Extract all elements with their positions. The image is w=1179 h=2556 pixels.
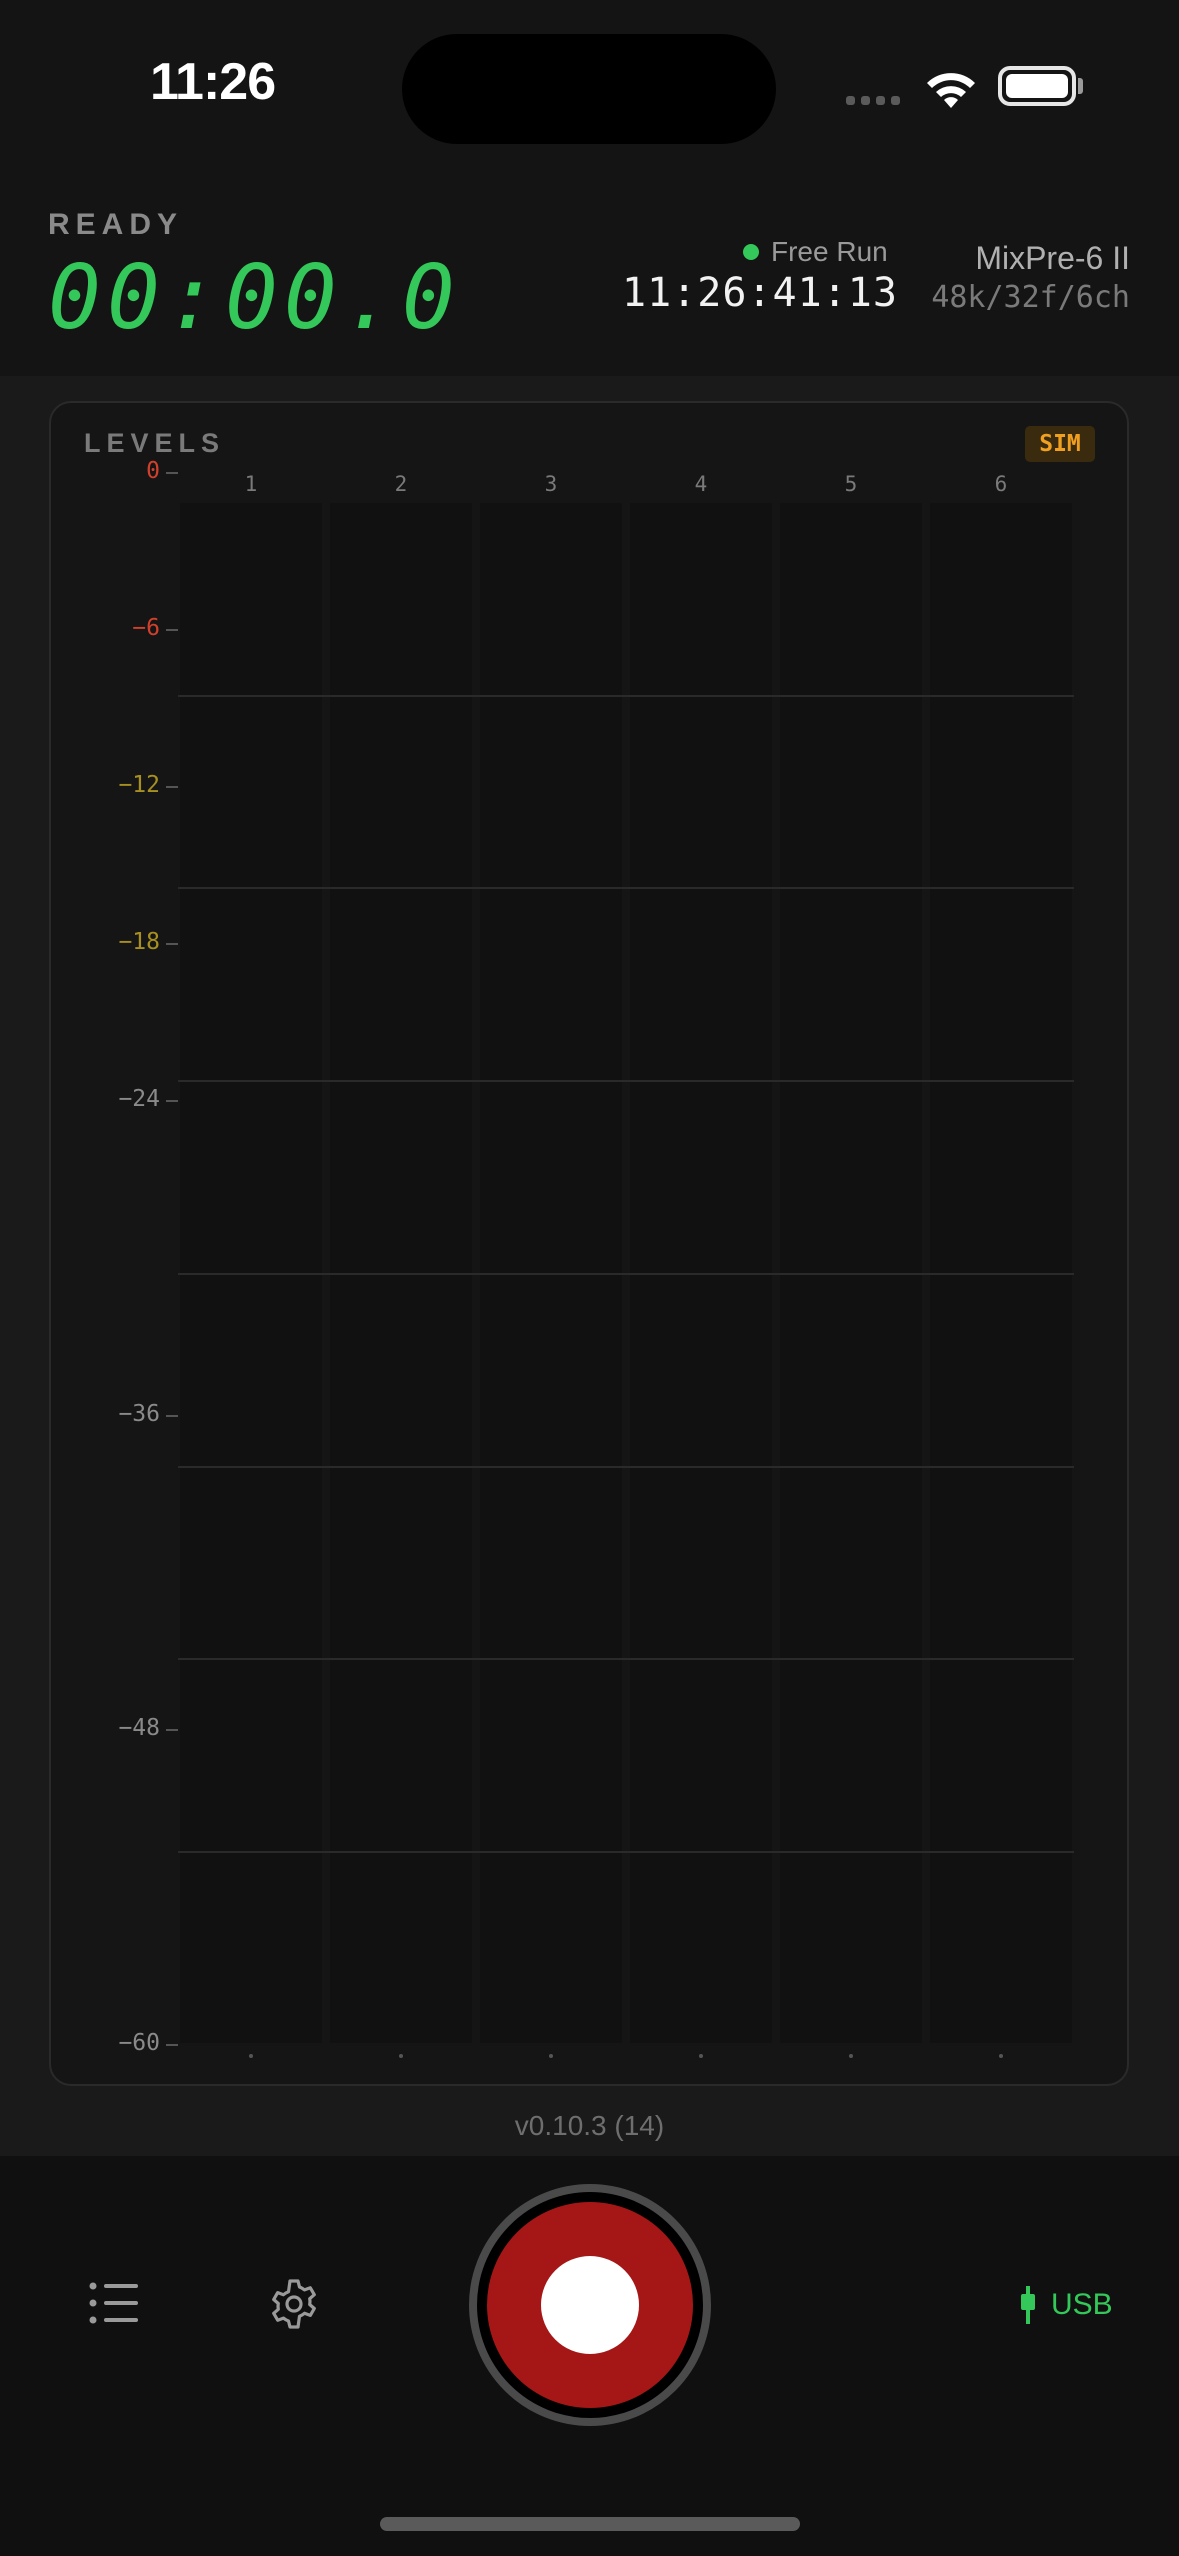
meter-gridline [178, 1080, 1074, 1082]
channel-label: 6 [994, 472, 1008, 496]
channel-label: 2 [394, 472, 408, 496]
meter-gridline [178, 1658, 1074, 1660]
db-scale-tick [166, 2044, 178, 2046]
channel-peak-dot [699, 2054, 703, 2058]
channel-label: 3 [544, 472, 558, 496]
db-scale-tick [166, 472, 178, 474]
battery-icon [998, 66, 1076, 106]
db-scale-tick [166, 943, 178, 945]
meter-gridline [178, 1466, 1074, 1468]
db-scale-label: 0 [146, 458, 160, 484]
list-icon[interactable] [88, 2280, 140, 2326]
channel-peak-dot [399, 2054, 403, 2058]
db-scale-tick [166, 1729, 178, 1731]
home-indicator [380, 2517, 800, 2531]
battery-tip [1078, 78, 1083, 94]
db-scale-tick [166, 1415, 178, 1417]
channel-label: 1 [244, 472, 258, 496]
recorder-state: READY [48, 208, 184, 241]
meter-gridline [178, 1851, 1074, 1853]
db-scale-tick [166, 786, 178, 788]
db-scale-label: −48 [118, 1715, 160, 1741]
app-version: v0.10.3 (14) [514, 2110, 665, 2141]
usb-plug-icon [1021, 2286, 1035, 2324]
device-name: MixPre-6 II [975, 240, 1130, 276]
levels-title: LEVELS [84, 428, 226, 458]
db-scale-label: −36 [118, 1401, 160, 1427]
db-scale-label: −6 [132, 615, 160, 641]
gear-icon[interactable] [268, 2278, 320, 2330]
cellular-signal-icon [846, 96, 900, 105]
audio-format: 48k/32f/6ch [931, 280, 1130, 315]
timecode-status-dot [743, 244, 759, 260]
db-scale-label: −12 [118, 772, 160, 798]
timecode-mode-label: Free Run [771, 236, 888, 267]
dynamic-island [402, 34, 776, 144]
meter-gridline [178, 1273, 1074, 1275]
channel-peak-dot [849, 2054, 853, 2058]
channel-peak-dot [249, 2054, 253, 2058]
channel-label: 5 [844, 472, 858, 496]
channel-peak-dot [999, 2054, 1003, 2058]
db-scale-label: −24 [118, 1086, 160, 1112]
db-scale-label: −18 [118, 929, 160, 955]
record-dot-icon [541, 2256, 639, 2354]
timecode-mode: Free Run [743, 236, 888, 268]
usb-connection[interactable]: USB [1021, 2286, 1113, 2324]
db-scale-label: −60 [118, 2030, 160, 2056]
sim-badge: SIM [1025, 426, 1095, 462]
meter-gridline [178, 695, 1074, 697]
status-time: 11:26 [150, 53, 276, 111]
timecode: 11:26:41:13 [622, 270, 898, 316]
wifi-icon [927, 73, 975, 108]
channel-peak-dot [549, 2054, 553, 2058]
usb-label: USB [1051, 2288, 1113, 2321]
meter-gridline [178, 887, 1074, 889]
db-scale-tick [166, 629, 178, 631]
db-scale-tick [166, 1100, 178, 1102]
elapsed-timer: 00:00.0 [48, 246, 461, 349]
channel-label: 4 [694, 472, 708, 496]
